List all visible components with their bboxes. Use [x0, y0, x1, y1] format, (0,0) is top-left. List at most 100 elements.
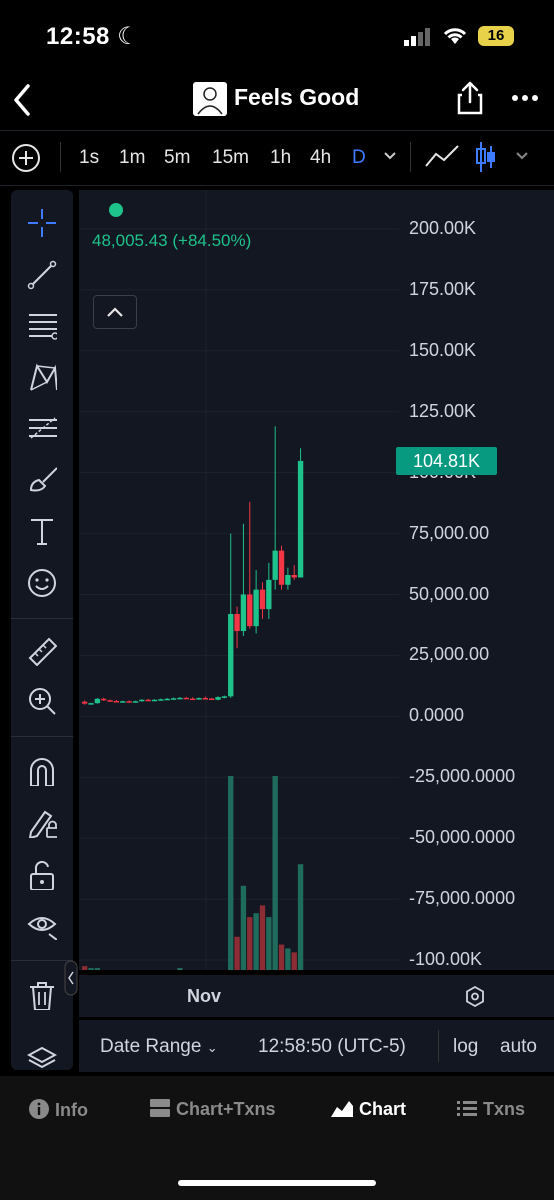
legend-status-dot	[109, 203, 123, 217]
timeframe-1s[interactable]: 1s	[79, 147, 99, 169]
lock-drawing-icon[interactable]	[27, 808, 57, 838]
volume-bar	[82, 966, 88, 970]
candle-body	[221, 696, 228, 698]
timeframe-1h[interactable]: 1h	[270, 147, 291, 169]
chevron-down-icon: ⌄	[206, 1040, 218, 1055]
home-indicator	[178, 1180, 376, 1186]
y-axis-tick-label: -100.00K	[409, 949, 483, 969]
crosshair-icon[interactable]	[27, 208, 57, 238]
moon-icon: ☾	[117, 23, 140, 50]
candle-body	[247, 594, 253, 627]
chart-area[interactable]	[79, 190, 554, 970]
candles-icon[interactable]	[474, 140, 498, 174]
share-icon[interactable]	[456, 80, 484, 116]
volume-bar	[253, 913, 259, 970]
timeframe-1m[interactable]: 1m	[119, 147, 145, 169]
y-axis-tick-label: 200.00K	[409, 218, 477, 238]
emoji-icon[interactable]	[27, 568, 57, 598]
trash-icon[interactable]	[27, 980, 57, 1010]
candle-body	[170, 698, 177, 700]
settings-hex-icon[interactable]	[464, 985, 486, 1009]
fib-icon[interactable]	[27, 414, 57, 444]
zoom-in-icon[interactable]	[27, 686, 57, 716]
volume-bar	[266, 917, 272, 970]
signal-icon	[404, 28, 430, 46]
more-icon[interactable]	[512, 94, 538, 102]
y-axis-tick-label: -75,000.0000	[409, 888, 516, 909]
timeframe-15m[interactable]: 15m	[212, 147, 249, 169]
candle-body	[285, 575, 291, 585]
volume-bar	[94, 968, 101, 970]
volume-bar	[240, 885, 247, 970]
y-axis-tick-label: 75,000.00	[409, 522, 490, 543]
tab-chart-txns[interactable]: Chart+Txns	[149, 1098, 276, 1120]
candle-body	[291, 575, 297, 578]
volume-bar	[291, 952, 297, 970]
back-button[interactable]	[8, 80, 38, 120]
add-indicator-icon[interactable]	[11, 143, 41, 173]
volume-bar	[228, 776, 234, 970]
y-axis-tick-label: 50,000.00	[409, 583, 490, 604]
candle-body	[228, 613, 234, 697]
volume-bar	[88, 968, 94, 970]
tab-txns[interactable]: Txns	[456, 1098, 525, 1120]
battery-indicator: 16	[478, 26, 514, 46]
brush-icon[interactable]	[27, 464, 57, 494]
candle-body	[101, 698, 107, 701]
horizontal-lines-icon[interactable]	[27, 310, 57, 340]
candle-body	[177, 697, 183, 700]
drawing-tools-panel	[11, 190, 73, 1070]
y-axis-tick-label: -25,000.0000	[409, 766, 516, 787]
y-axis-tick-label: 0.0000	[409, 705, 465, 726]
candle-body	[82, 701, 88, 704]
list-icon	[457, 1101, 477, 1116]
timeframe-4h[interactable]: 4h	[310, 147, 331, 169]
trend-line-icon[interactable]	[27, 260, 57, 290]
collapse-legend-button[interactable]	[93, 295, 137, 329]
candle-body	[145, 699, 151, 702]
candle-body	[132, 701, 139, 703]
candle-body	[209, 698, 215, 701]
candle-body	[240, 594, 247, 632]
chart-clock: 12:58:50 (UTC-5)	[258, 1036, 406, 1057]
volume-bar	[247, 917, 253, 970]
y-axis-tick-label: 175.00K	[409, 278, 477, 299]
page-title: Feels Good	[234, 84, 360, 110]
status-time: 12:58 ☾	[46, 23, 140, 50]
chevron-up-icon	[107, 307, 123, 317]
pattern-icon[interactable]	[27, 362, 57, 392]
volume-bar	[177, 968, 183, 970]
last-price-badge: 104.81K	[396, 446, 497, 475]
auto-scale-toggle[interactable]: auto	[500, 1036, 537, 1058]
collapse-panel-handle[interactable]	[64, 960, 78, 996]
tab-chart[interactable]: Chart	[330, 1098, 406, 1120]
ruler-icon[interactable]	[27, 636, 57, 666]
volume-bar	[297, 864, 304, 970]
magnet-icon[interactable]	[27, 756, 57, 786]
candle-body	[253, 589, 259, 627]
visibility-icon[interactable]	[27, 910, 57, 940]
candle-body	[126, 701, 132, 703]
y-axis-tick-label: 125.00K	[409, 400, 477, 421]
tab-info[interactable]: Info	[28, 1098, 88, 1121]
candle-body	[278, 550, 285, 585]
wifi-icon	[443, 28, 467, 44]
volume-bar	[278, 944, 285, 970]
volume-bar	[259, 905, 266, 970]
chevron-down-icon[interactable]	[382, 150, 398, 162]
candle-body	[120, 701, 126, 703]
volume-bar	[272, 776, 278, 970]
area-chart-icon	[331, 1101, 353, 1117]
candlestick-chart[interactable]	[79, 190, 554, 970]
log-scale-toggle[interactable]: log	[453, 1036, 478, 1058]
line-chart-icon[interactable]	[424, 142, 460, 172]
timeframe-5m[interactable]: 5m	[164, 147, 190, 169]
layers-icon[interactable]	[27, 1046, 57, 1076]
timeframe-d[interactable]: D	[352, 147, 366, 169]
unlock-icon[interactable]	[27, 860, 57, 890]
text-tool-icon[interactable]	[27, 516, 57, 546]
date-range-button[interactable]: Date Range ⌄	[100, 1036, 218, 1058]
chevron-down-icon[interactable]	[514, 150, 530, 162]
token-avatar	[193, 82, 227, 116]
info-icon	[29, 1099, 49, 1119]
